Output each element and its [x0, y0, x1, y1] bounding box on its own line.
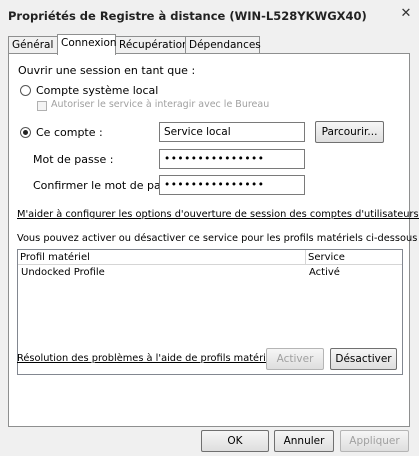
tab-dependances[interactable]: Dépendances [185, 36, 261, 53]
disable-button[interactable]: Désactiver [330, 348, 397, 370]
tab-panel-connexion: Ouvrir une session en tant que : Compte … [8, 53, 419, 427]
browse-button[interactable]: Parcourir... [315, 121, 384, 143]
logon-section-label: Ouvrir une session en tant que : [18, 64, 196, 77]
properties-dialog: Propriétés de Registre à distance (WIN-L… [0, 0, 419, 456]
tab-recuperation[interactable]: Récupération [115, 36, 189, 53]
tab-general[interactable]: Général [8, 36, 58, 53]
account-field[interactable]: Service local [159, 122, 305, 142]
table-row[interactable]: Undocked Profile Activé [19, 266, 401, 280]
local-system-label: Compte système local [36, 84, 159, 97]
allow-desktop-checkbox[interactable] [37, 101, 47, 111]
this-account-label: Ce compte : [36, 126, 103, 139]
tab-connexion[interactable]: Connexion [57, 34, 117, 55]
column-header-profile[interactable]: Profil matériel [18, 250, 306, 265]
confirm-password-field[interactable]: ••••••••••••••• [159, 175, 305, 195]
window-title: Propriétés de Registre à distance (WIN-L… [8, 9, 367, 23]
logon-help-link[interactable]: M'aider à configurer les options d'ouver… [17, 209, 419, 220]
enable-button[interactable]: Activer [266, 348, 324, 370]
row-service: Activé [309, 267, 340, 278]
troubleshoot-link[interactable]: Résolution des problèmes à l'aide de pro… [17, 353, 280, 364]
hardware-description: Vous pouvez activer ou désactiver ce ser… [17, 233, 419, 244]
local-system-radio[interactable] [20, 85, 31, 96]
row-profile: Undocked Profile [21, 267, 105, 278]
title-bar: Propriétés de Registre à distance (WIN-L… [0, 0, 419, 32]
cancel-button[interactable]: Annuler [274, 430, 334, 452]
close-icon[interactable]: ✕ [399, 7, 413, 21]
ok-button[interactable]: OK [201, 430, 269, 452]
password-label: Mot de passe : [33, 153, 114, 166]
allow-desktop-label: Autoriser le service à interagir avec le… [51, 99, 270, 110]
column-header-service[interactable]: Service [306, 250, 402, 265]
apply-button[interactable]: Appliquer [340, 430, 409, 452]
this-account-radio[interactable] [20, 127, 31, 138]
password-field[interactable]: ••••••••••••••• [159, 149, 305, 169]
